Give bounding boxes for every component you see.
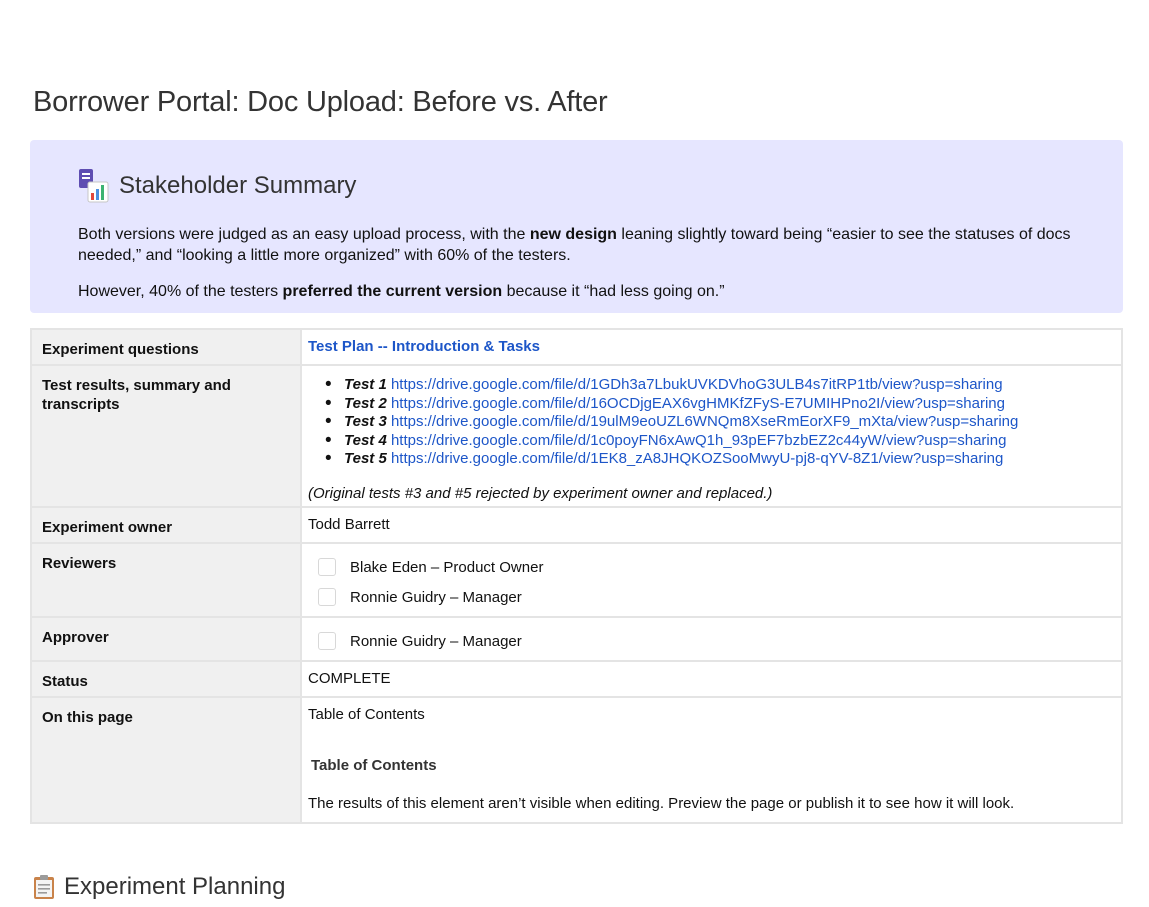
summary-paragraph-1: Both versions were judged as an easy upl… xyxy=(78,226,1071,264)
reviewer-checkbox[interactable] xyxy=(318,558,336,576)
test-5-link[interactable]: https://drive.google.com/file/d/1EK8_zA8… xyxy=(391,450,1003,467)
experiment-planning-heading: Experiment Planning xyxy=(33,873,285,901)
stakeholder-summary-panel: Stakeholder Summary Both versions were j… xyxy=(30,140,1123,313)
test-plan-link[interactable]: Test Plan -- Introduction & Tasks xyxy=(308,338,540,355)
approver-label: Approver xyxy=(30,616,302,662)
toc-heading: Table of Contents xyxy=(311,757,437,774)
status-value: COMPLETE xyxy=(300,660,1123,698)
list-item: Test 5 https://drive.google.com/file/d/1… xyxy=(325,450,1115,469)
table-row: Experiment owner Todd Barrett xyxy=(30,506,1123,544)
list-item: Test 3 https://drive.google.com/file/d/1… xyxy=(325,413,1115,432)
toc-macro-title: Table of Contents xyxy=(308,706,425,723)
clipboard-icon xyxy=(33,874,55,900)
list-item: Test 2 https://drive.google.com/file/d/1… xyxy=(325,395,1115,414)
section-heading-text: Experiment Planning xyxy=(64,873,286,900)
table-row: Status COMPLETE xyxy=(30,660,1123,698)
experiment-questions-label: Experiment questions xyxy=(30,328,302,366)
results-note: (Original tests #3 and #5 rejected by ex… xyxy=(308,484,773,502)
test-list: Test 1 https://drive.google.com/file/d/1… xyxy=(308,376,1115,469)
reviewer-checkbox[interactable] xyxy=(318,588,336,606)
status-label: Status xyxy=(30,660,302,698)
table-row: Reviewers Blake Eden – Product Owner Ron… xyxy=(30,542,1123,618)
page-title: Borrower Portal: Doc Upload: Before vs. … xyxy=(33,86,608,118)
emphasis-current-version: preferred the current version xyxy=(282,283,503,300)
test-4-link[interactable]: https://drive.google.com/file/d/1c0poyFN… xyxy=(391,432,1006,449)
toc-note: The results of this element aren’t visib… xyxy=(308,795,1015,812)
properties-table: Experiment questions Test Plan -- Introd… xyxy=(30,328,1123,824)
test-2-link[interactable]: https://drive.google.com/file/d/16OCDjgE… xyxy=(391,395,1005,412)
experiment-owner-value: Todd Barrett xyxy=(300,506,1123,544)
approver-checkbox[interactable] xyxy=(318,632,336,650)
table-row: Approver Ronnie Guidry – Manager xyxy=(30,616,1123,662)
test-3-link[interactable]: https://drive.google.com/file/d/19ulM9eo… xyxy=(391,413,1018,430)
list-item: Test 4 https://drive.google.com/file/d/1… xyxy=(325,432,1115,451)
table-row: On this page Table of Contents Table of … xyxy=(30,696,1123,824)
reviewers-label: Reviewers xyxy=(30,542,302,618)
summary-paragraph-2: However, 40% of the testers preferred th… xyxy=(78,283,725,300)
experiment-owner-label: Experiment owner xyxy=(30,506,302,544)
table-row: Experiment questions Test Plan -- Introd… xyxy=(30,328,1123,366)
reviewer-item: Blake Eden – Product Owner xyxy=(308,552,1115,582)
test-results-label: Test results, summary and transcripts xyxy=(30,364,302,508)
list-item: Test 1 https://drive.google.com/file/d/1… xyxy=(325,376,1115,395)
bar-chart-notebook-icon xyxy=(78,168,110,204)
reviewer-item: Ronnie Guidry – Manager xyxy=(308,582,1115,612)
approver-item: Ronnie Guidry – Manager xyxy=(308,626,1115,656)
test-1-link[interactable]: https://drive.google.com/file/d/1GDh3a7L… xyxy=(391,376,1003,393)
table-row: Test results, summary and transcripts Te… xyxy=(30,364,1123,508)
summary-heading: Stakeholder Summary xyxy=(78,168,356,204)
summary-heading-text: Stakeholder Summary xyxy=(119,172,357,199)
emphasis-new-design: new design xyxy=(529,226,617,243)
on-this-page-label: On this page xyxy=(30,696,302,824)
